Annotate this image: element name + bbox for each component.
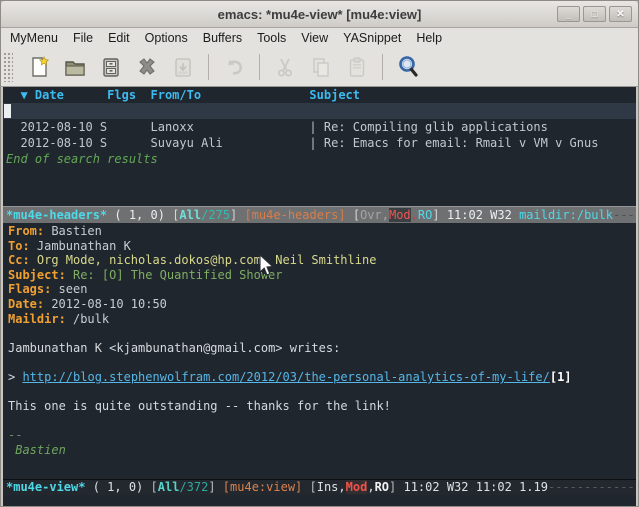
save-icon[interactable] — [97, 53, 125, 81]
paste-icon[interactable] — [343, 53, 371, 81]
cut-icon[interactable] — [271, 53, 299, 81]
message-row[interactable]: 2012-08-10 S Lanoxx | Re: Compiling glib… — [3, 119, 636, 135]
modeline-buffer-name: *mu4e-headers* — [6, 208, 107, 222]
close-button[interactable]: ✕ — [609, 6, 632, 22]
field-flags: Flags:seen — [3, 282, 636, 297]
menu-mymenu[interactable]: MyMenu — [10, 31, 58, 45]
field-cc: Cc:Org Mode, nicholas.dokos@hp.com, Neil… — [3, 253, 636, 268]
menu-bar: MyMenu File Edit Options Buffers Tools V… — [1, 28, 638, 47]
undo-icon[interactable] — [220, 53, 248, 81]
blank-line — [3, 414, 636, 429]
menu-options[interactable]: Options — [145, 31, 188, 45]
blank-line — [3, 355, 636, 370]
emacs-window: emacs: *mu4e-view* [mu4e:view] _ □ ✕ MyM… — [0, 0, 639, 507]
menu-edit[interactable]: Edit — [108, 31, 130, 45]
headers-empty-space — [3, 167, 636, 206]
close-buffer-icon[interactable] — [133, 53, 161, 81]
field-to: To:Jambunathan K — [3, 239, 636, 254]
maximize-button[interactable]: □ — [583, 6, 606, 22]
text-cursor — [4, 104, 11, 118]
message-row[interactable]: 2012-08-10 S Suvayu Ali | Re: Emacs for … — [3, 135, 636, 151]
modified-flag: Mod — [346, 480, 368, 494]
mu4e-headers-window: ▼ Date Flgs From/To Subject 2012-08-10 S… — [3, 87, 636, 223]
menu-yasnippet[interactable]: YASnippet — [343, 31, 401, 45]
window-title: emacs: *mu4e-view* [mu4e:view] — [218, 7, 422, 22]
field-subject: Subject:Re: [O] The Quantified Shower — [3, 268, 636, 283]
save-as-icon[interactable] — [169, 53, 197, 81]
menu-buffers[interactable]: Buffers — [203, 31, 242, 45]
message-row-selected[interactable]: 2012-08-10 S Bastien | Re: [O] The Quant… — [3, 103, 636, 119]
body-attribution-line: Jambunathan K <kjambunathan@gmail.com> w… — [3, 341, 636, 356]
modeline-view[interactable]: *mu4e-view* ( 1, 0) [All/372] [mu4e:view… — [3, 479, 636, 495]
modeline-maildir: maildir:/bulk — [519, 208, 613, 222]
title-bar[interactable]: emacs: *mu4e-view* [mu4e:view] _ □ ✕ — [1, 1, 638, 28]
signature-separator: -- — [3, 428, 636, 443]
modeline-major-mode: [mu4e-headers] — [244, 208, 345, 222]
minibuffer-echo-area[interactable] — [3, 495, 636, 506]
menu-tools[interactable]: Tools — [257, 31, 286, 45]
blank-line — [3, 385, 636, 400]
body-quote-line: > http://blog.stephenwolfram.com/2012/03… — [3, 370, 636, 385]
toolbar-separator — [208, 54, 209, 80]
field-from: From:Bastien — [3, 224, 636, 239]
modeline-buffer-name: *mu4e-view* — [6, 480, 85, 494]
toolbar-separator — [382, 54, 383, 80]
modeline-major-mode: [mu4e:view] — [223, 480, 302, 494]
headers-column-header[interactable]: ▼ Date Flgs From/To Subject — [3, 87, 636, 103]
modeline-time: 11:02 W32 — [447, 208, 519, 222]
link-reference-number: [1] — [550, 370, 572, 384]
new-file-icon[interactable] — [25, 53, 53, 81]
toolbar-drag-handle[interactable] — [3, 52, 13, 82]
body-comment-line: This one is quite outstanding -- thanks … — [3, 399, 636, 414]
modeline-headers[interactable]: *mu4e-headers* ( 1, 0) [All/275] [mu4e-h… — [3, 206, 636, 223]
toolbar-separator — [259, 54, 260, 80]
body-hyperlink[interactable]: http://blog.stephenwolfram.com/2012/03/t… — [22, 370, 549, 384]
window-controls: _ □ ✕ — [557, 6, 632, 22]
signature-name: Bastien — [3, 443, 636, 458]
tool-bar — [1, 47, 638, 87]
open-folder-icon[interactable] — [61, 53, 89, 81]
minimize-button[interactable]: _ — [557, 6, 580, 22]
mu4e-view-window: From:Bastien To:Jambunathan K Cc:Org Mod… — [3, 223, 636, 479]
search-icon[interactable] — [394, 53, 422, 81]
modified-flag: Mod — [389, 208, 411, 222]
field-date: Date:2012-08-10 10:50 — [3, 297, 636, 312]
menu-help[interactable]: Help — [416, 31, 442, 45]
emacs-frame: ▼ Date Flgs From/To Subject 2012-08-10 S… — [3, 87, 636, 506]
readonly-flag: RO — [418, 208, 432, 222]
menu-view[interactable]: View — [301, 31, 328, 45]
modeline-status: 11:02 W32 11:02 1.19 — [403, 480, 548, 494]
copy-icon[interactable] — [307, 53, 335, 81]
readonly-flag: RO — [375, 480, 389, 494]
menu-file[interactable]: File — [73, 31, 93, 45]
blank-line — [3, 326, 636, 341]
field-maildir: Maildir:/bulk — [3, 312, 636, 327]
end-of-results-text: End of search results — [3, 151, 636, 167]
